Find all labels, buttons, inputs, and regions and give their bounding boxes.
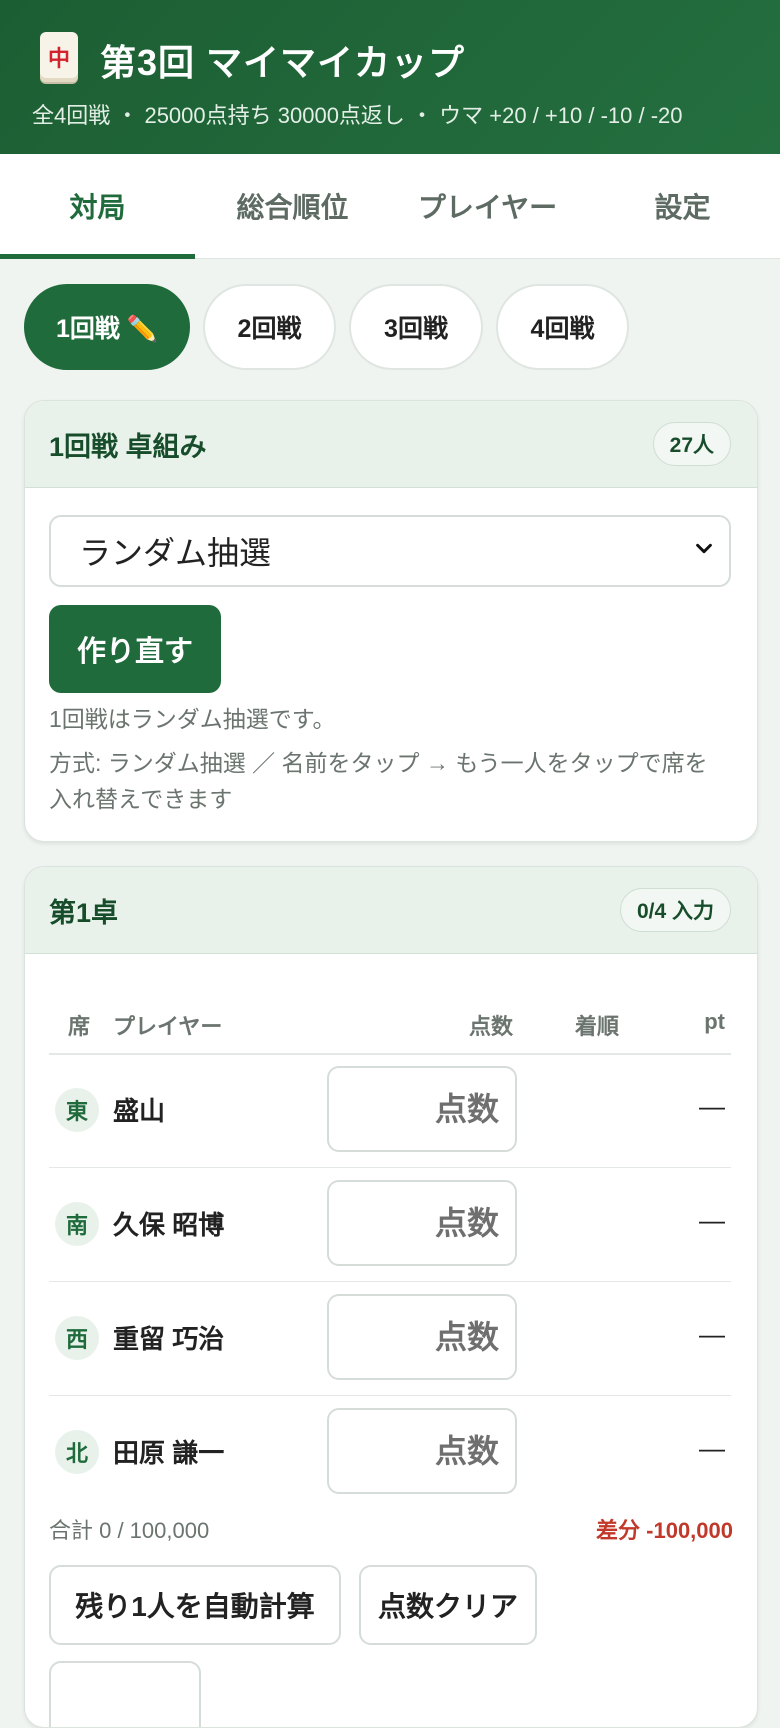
score-input[interactable]: [327, 1180, 517, 1266]
pairing-instructions: 方式: ランダム抽選 ／ 名前をタップ → もう一人をタップで席を入れ替えできま…: [49, 750, 708, 812]
player-pt: —: [699, 1433, 725, 1463]
seat-badge: 西: [55, 1316, 99, 1360]
more-button[interactable]: [49, 1661, 201, 1727]
table-row: 南 久保 昭博 —: [49, 1167, 731, 1282]
round-3-pill[interactable]: 3回戦: [349, 284, 483, 370]
seat-badge: 北: [55, 1430, 99, 1474]
col-seat: 席: [68, 1014, 91, 1039]
player-name[interactable]: 田原 謙一: [113, 1433, 224, 1470]
clear-scores-button[interactable]: 点数クリア: [359, 1565, 537, 1645]
col-pt: pt: [704, 1009, 725, 1034]
pairing-title: 1回戦 卓組み: [49, 431, 207, 462]
app-header: 中 第3回 マイマイカップ 全4回戦 ・ 25000点持ち 30000点返し ・…: [0, 0, 780, 154]
round-4-pill[interactable]: 4回戦: [496, 284, 629, 370]
col-player: プレイヤー: [113, 1014, 223, 1039]
pairing-card: 1回戦 卓組み 27人 ランダム抽選 作り直す 1回戦はランダム抽選です。 方式…: [24, 400, 758, 842]
round-selector: 1回戦 ✏️ 2回戦 3回戦 4回戦: [24, 284, 629, 370]
main-tabs: 対局 総合順位 プレイヤー 設定: [0, 154, 780, 259]
score-table-header: 席 プレイヤー 点数 着順 pt: [49, 997, 731, 1055]
seat-badge: 南: [55, 1202, 99, 1246]
tournament-title: 第3回 マイマイカップ: [100, 42, 466, 83]
player-pt: —: [699, 1091, 725, 1121]
pairing-card-header: 1回戦 卓組み 27人: [25, 401, 757, 488]
tab-players[interactable]: プレイヤー: [390, 154, 585, 258]
score-input[interactable]: [327, 1294, 517, 1380]
table-card: 第1卓 0/4 入力 席 プレイヤー 点数 着順 pt 東 盛山 — 南 久保 …: [24, 866, 758, 1728]
table-row: 北 田原 謙一 —: [49, 1395, 731, 1509]
score-input[interactable]: [327, 1408, 517, 1494]
seat-badge: 東: [55, 1088, 99, 1132]
player-pt: —: [699, 1319, 725, 1349]
round-2-pill[interactable]: 2回戦: [203, 284, 336, 370]
chevron-down-icon: [693, 535, 715, 566]
table-card-header: 第1卓 0/4 入力: [25, 867, 757, 954]
col-score: 点数: [469, 1014, 514, 1039]
table-row: 東 盛山 —: [49, 1053, 731, 1168]
round-1-pill[interactable]: 1回戦 ✏️: [24, 284, 190, 370]
tab-games[interactable]: 対局: [0, 154, 195, 259]
score-diff: 差分 -100,000: [596, 1518, 733, 1543]
table-title: 第1卓: [49, 897, 119, 928]
player-name[interactable]: 重留 巧治: [113, 1319, 224, 1356]
col-rank: 着順: [575, 1014, 620, 1039]
score-total: 合計 0 / 100,000: [49, 1518, 210, 1543]
pairing-note: 1回戦はランダム抽選です。: [49, 706, 336, 732]
player-count-badge: 27人: [652, 422, 731, 466]
input-progress-badge: 0/4 入力: [619, 888, 731, 932]
table-row: 西 重留 巧治 —: [49, 1281, 731, 1396]
tab-standings[interactable]: 総合順位: [195, 154, 390, 258]
pairing-method-value: ランダム抽選: [79, 535, 272, 571]
auto-calc-button[interactable]: 残り1人を自動計算: [49, 1565, 341, 1645]
tab-settings[interactable]: 設定: [585, 154, 780, 258]
player-pt: —: [699, 1205, 725, 1235]
mahjong-tile-icon: 中: [40, 32, 78, 82]
tournament-rules: 全4回戦 ・ 25000点持ち 30000点返し ・ ウマ +20 / +10 …: [32, 103, 683, 128]
rebuild-tables-button[interactable]: 作り直す: [49, 605, 221, 693]
player-name[interactable]: 久保 昭博: [113, 1205, 224, 1242]
player-name[interactable]: 盛山: [113, 1091, 165, 1128]
score-input[interactable]: [327, 1066, 517, 1152]
pairing-method-select[interactable]: ランダム抽選: [49, 515, 731, 587]
